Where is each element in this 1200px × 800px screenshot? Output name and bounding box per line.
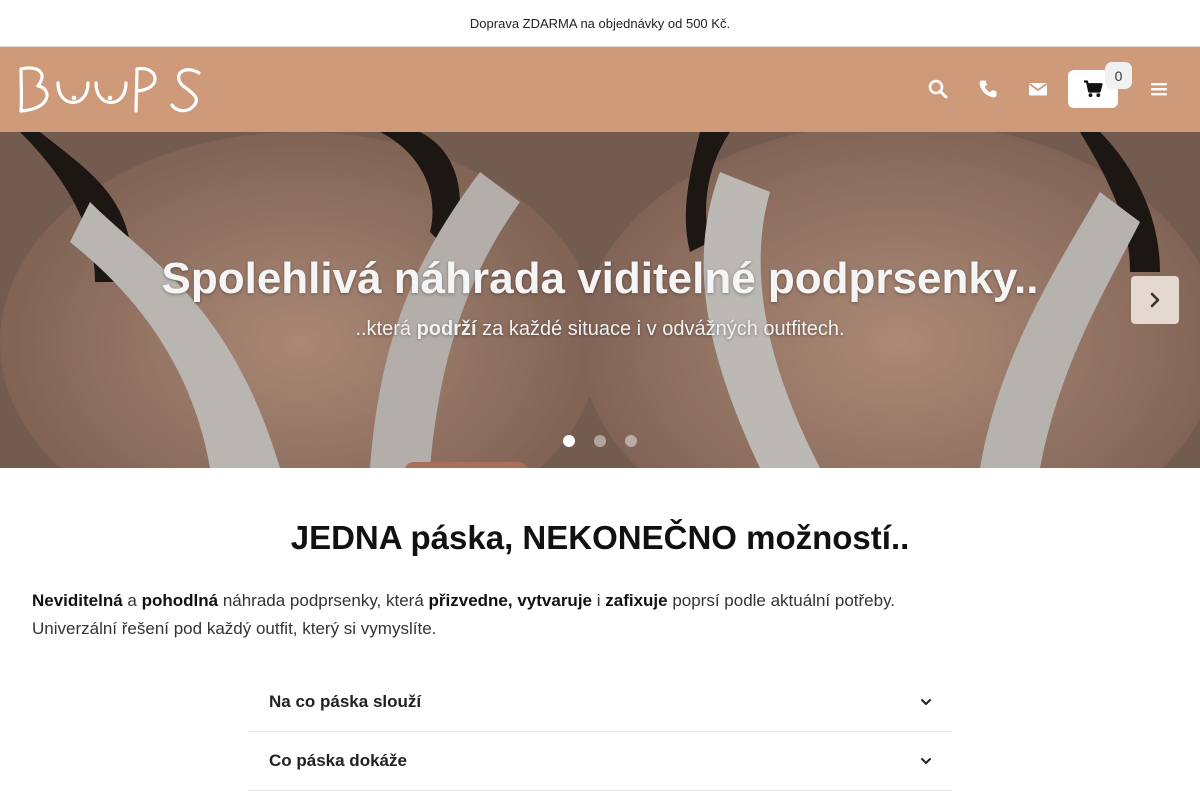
- accordion-label: Na co páska slouží: [269, 692, 422, 711]
- intro-text: Neviditelná a pohodlná náhrada podprsenk…: [32, 587, 932, 643]
- intro-bold-4: zafixuje: [605, 591, 668, 610]
- chevron-right-icon: [1150, 292, 1160, 308]
- intro-text-4: poprsí podle aktuální potřeby.: [667, 591, 896, 610]
- intro-bold-2: pohodlná: [141, 591, 219, 610]
- hero-subtitle-bold: podrží: [416, 318, 477, 340]
- search-icon[interactable]: [924, 75, 952, 103]
- phone-icon[interactable]: [974, 75, 1002, 103]
- slider-next-button[interactable]: [1131, 276, 1179, 324]
- hero-subtitle: ..která podrží za každé situace i v odvá…: [0, 318, 1200, 341]
- hero-slider: Spolehlivá náhrada viditelné podprsenky.…: [0, 132, 1200, 468]
- intro-bold-1: Neviditelná: [32, 591, 123, 610]
- slider-dot-3[interactable]: [625, 435, 637, 447]
- intro-bold-3: přizvedne, vytvaruje: [428, 591, 592, 610]
- hero-subtitle-post: za každé situace i v odvážných outfitech…: [476, 318, 845, 340]
- section-heading: JEDNA páska, NEKONEČNO možností..: [290, 519, 910, 556]
- accordion-label: Co páska dokáže: [269, 751, 407, 770]
- chevron-down-icon: [921, 699, 931, 705]
- slider-dot-1[interactable]: [563, 435, 575, 447]
- chevron-down-icon: [921, 758, 931, 764]
- accordion-item-purpose[interactable]: Na co páska slouží: [248, 673, 952, 732]
- envelope-icon[interactable]: [1024, 75, 1052, 103]
- announcement-text: Doprava ZDARMA na objednávky od 500 Kč.: [469, 15, 731, 31]
- hero-subtitle-pre: ..která: [355, 318, 417, 340]
- logo-image: [19, 66, 201, 113]
- hero-bottom-tab: [404, 462, 528, 468]
- intro-text-1: a: [122, 591, 142, 610]
- slider-dot-2[interactable]: [594, 435, 606, 447]
- intro-text-2: náhrada podprsenky, která: [218, 591, 429, 610]
- cart-icon: [1084, 80, 1103, 98]
- cart-count-badge: 0: [1105, 62, 1132, 89]
- site-header: 0: [0, 47, 1200, 132]
- brand-logo[interactable]: [16, 63, 208, 115]
- intro-line-2: Univerzální řešení pod každý outfit, kte…: [32, 619, 437, 638]
- intro-text-3: i: [592, 591, 606, 610]
- accordion-item-capabilities[interactable]: Co páska dokáže: [248, 732, 952, 791]
- faq-accordion: Na co páska slouží Co páska dokáže: [248, 673, 952, 791]
- menu-icon[interactable]: [1145, 75, 1173, 103]
- hero-title: Spolehlivá náhrada viditelné podprsenky.…: [161, 254, 1039, 303]
- announcement-bar: Doprava ZDARMA na objednávky od 500 Kč.: [0, 0, 1200, 47]
